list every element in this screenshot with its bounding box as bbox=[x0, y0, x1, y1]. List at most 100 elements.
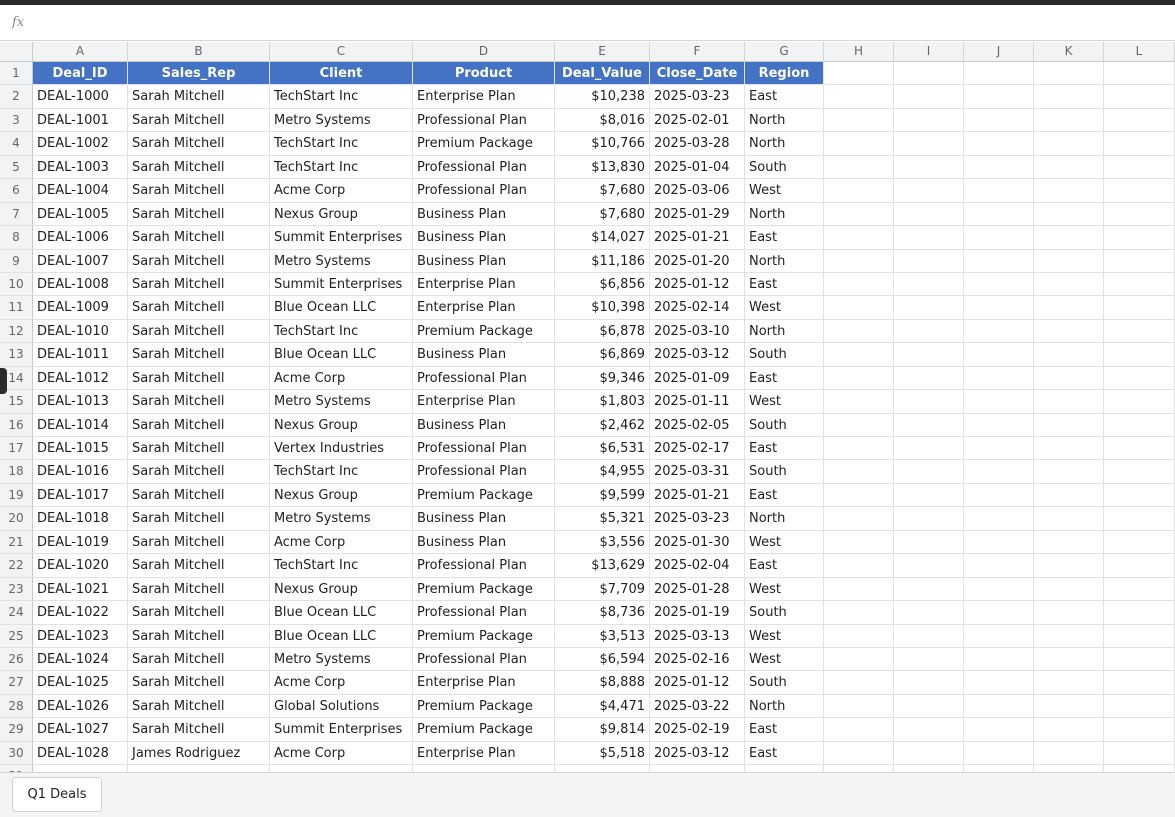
data-cell-client[interactable]: Metro Systems bbox=[270, 507, 413, 531]
row-header[interactable]: 3 bbox=[0, 108, 33, 133]
empty-cell[interactable] bbox=[824, 296, 894, 320]
empty-cell[interactable] bbox=[894, 155, 964, 180]
data-cell-deal-value[interactable]: $4,955 bbox=[555, 460, 650, 484]
empty-cell[interactable] bbox=[964, 624, 1034, 648]
data-cell-close-date[interactable]: 2025-03-10 bbox=[650, 319, 745, 344]
data-cell-region[interactable]: West bbox=[745, 648, 824, 672]
empty-cell[interactable] bbox=[894, 343, 964, 367]
empty-cell[interactable] bbox=[894, 366, 964, 391]
empty-cell[interactable] bbox=[824, 741, 894, 766]
data-cell-deal-value[interactable]: $10,398 bbox=[555, 296, 650, 320]
data-cell-client[interactable]: Nexus Group bbox=[270, 202, 413, 227]
empty-cell[interactable] bbox=[1104, 577, 1175, 602]
empty-cell[interactable] bbox=[894, 694, 964, 719]
empty-cell[interactable] bbox=[964, 554, 1034, 578]
empty-cell[interactable] bbox=[1034, 296, 1104, 320]
empty-cell[interactable] bbox=[964, 765, 1034, 772]
select-all-corner[interactable] bbox=[0, 42, 33, 62]
data-cell-sales-rep[interactable]: Sarah Mitchell bbox=[128, 507, 270, 531]
row-header[interactable]: 10 bbox=[0, 272, 33, 297]
data-cell-client[interactable]: Metro Systems bbox=[270, 390, 413, 414]
empty-cell[interactable] bbox=[894, 460, 964, 484]
row-header[interactable]: 12 bbox=[0, 319, 33, 344]
data-cell-close-date[interactable]: 2025-03-22 bbox=[650, 694, 745, 719]
data-cell-region[interactable]: East bbox=[745, 85, 824, 109]
data-cell-deal-id[interactable]: DEAL-1017 bbox=[33, 483, 128, 508]
empty-cell[interactable] bbox=[894, 390, 964, 414]
data-cell-product[interactable]: Professional Plan bbox=[413, 179, 555, 203]
row-header[interactable]: 30 bbox=[0, 741, 33, 766]
data-cell-client[interactable]: Acme Corp bbox=[270, 741, 413, 766]
empty-cell[interactable] bbox=[894, 132, 964, 156]
empty-cell[interactable] bbox=[1104, 343, 1175, 367]
empty-cell[interactable] bbox=[894, 202, 964, 227]
data-cell-sales-rep[interactable]: Sarah Mitchell bbox=[128, 390, 270, 414]
data-cell-region[interactable]: West bbox=[745, 390, 824, 414]
data-cell-deal-id[interactable]: DEAL-1006 bbox=[33, 226, 128, 250]
header-cell[interactable]: Product bbox=[413, 62, 555, 86]
data-cell-deal-value[interactable]: $1,803 bbox=[555, 390, 650, 414]
row-header[interactable]: 20 bbox=[0, 507, 33, 531]
empty-cell[interactable] bbox=[1034, 108, 1104, 133]
empty-cell[interactable] bbox=[1034, 437, 1104, 461]
data-cell-deal-id[interactable]: DEAL-1020 bbox=[33, 554, 128, 578]
data-cell-close-date[interactable]: 2025-03-28 bbox=[650, 132, 745, 156]
empty-cell[interactable] bbox=[1104, 460, 1175, 484]
data-cell-close-date[interactable]: 2025-01-09 bbox=[650, 366, 745, 391]
empty-cell[interactable] bbox=[824, 202, 894, 227]
row-header[interactable]: 18 bbox=[0, 460, 33, 484]
sheet-tab-q1-deals[interactable]: Q1 Deals bbox=[12, 777, 102, 812]
data-cell-client[interactable]: Blue Ocean LLC bbox=[270, 601, 413, 625]
data-cell-sales-rep[interactable]: Sarah Mitchell bbox=[128, 483, 270, 508]
empty-cell[interactable] bbox=[824, 249, 894, 273]
column-header-d[interactable]: D bbox=[413, 42, 555, 62]
empty-cell[interactable] bbox=[1104, 601, 1175, 625]
column-header-i[interactable]: I bbox=[894, 42, 964, 62]
empty-cell[interactable] bbox=[964, 366, 1034, 391]
data-cell-sales-rep[interactable]: Sarah Mitchell bbox=[128, 718, 270, 742]
data-cell-deal-value[interactable]: $10,766 bbox=[555, 132, 650, 156]
data-cell-product[interactable]: Business Plan bbox=[413, 530, 555, 555]
data-cell-region[interactable]: East bbox=[745, 366, 824, 391]
data-cell-deal-value[interactable]: $9,814 bbox=[555, 718, 650, 742]
data-cell-client[interactable]: TechStart Inc bbox=[270, 460, 413, 484]
data-cell-close-date[interactable]: 2025-03-31 bbox=[650, 460, 745, 484]
empty-cell[interactable] bbox=[824, 272, 894, 297]
row-header[interactable]: 19 bbox=[0, 483, 33, 508]
data-cell-deal-value[interactable]: $9,599 bbox=[555, 483, 650, 508]
data-cell-close-date[interactable]: 2025-01-12 bbox=[650, 272, 745, 297]
data-cell-deal-value[interactable]: $11,186 bbox=[555, 249, 650, 273]
row-header[interactable]: 1 bbox=[0, 62, 33, 86]
empty-cell[interactable] bbox=[824, 85, 894, 109]
data-cell-deal-id[interactable]: DEAL-1001 bbox=[33, 108, 128, 133]
data-cell-product[interactable]: Business Plan bbox=[413, 249, 555, 273]
data-cell-sales-rep[interactable]: Sarah Mitchell bbox=[128, 226, 270, 250]
data-cell-deal-id[interactable]: DEAL-1026 bbox=[33, 694, 128, 719]
empty-cell[interactable] bbox=[1034, 272, 1104, 297]
empty-cell[interactable] bbox=[1034, 343, 1104, 367]
data-cell-region[interactable]: North bbox=[745, 249, 824, 273]
empty-cell[interactable] bbox=[1034, 577, 1104, 602]
row-header[interactable]: 25 bbox=[0, 624, 33, 648]
empty-cell[interactable] bbox=[894, 671, 964, 695]
row-header[interactable]: 31 bbox=[0, 765, 33, 772]
data-cell-region[interactable]: South bbox=[745, 343, 824, 367]
data-cell-sales-rep[interactable]: Sarah Mitchell bbox=[128, 343, 270, 367]
data-cell-sales-rep[interactable]: Sarah Mitchell bbox=[128, 85, 270, 109]
data-cell-sales-rep[interactable]: Sarah Mitchell bbox=[128, 437, 270, 461]
row-header[interactable]: 17 bbox=[0, 437, 33, 461]
data-cell-region[interactable]: West bbox=[745, 296, 824, 320]
empty-cell[interactable] bbox=[894, 413, 964, 438]
data-cell-client[interactable]: Blue Ocean LLC bbox=[270, 624, 413, 648]
empty-cell[interactable] bbox=[894, 249, 964, 273]
empty-cell[interactable] bbox=[824, 226, 894, 250]
empty-cell[interactable] bbox=[964, 718, 1034, 742]
data-cell-region[interactable]: North bbox=[745, 319, 824, 344]
row-header[interactable]: 21 bbox=[0, 530, 33, 555]
empty-cell[interactable] bbox=[1034, 413, 1104, 438]
data-cell-product[interactable]: Professional Plan bbox=[413, 155, 555, 180]
empty-cell[interactable] bbox=[1104, 648, 1175, 672]
data-cell-deal-value[interactable]: $3,556 bbox=[555, 530, 650, 555]
empty-cell[interactable] bbox=[824, 460, 894, 484]
empty-cell[interactable] bbox=[1104, 249, 1175, 273]
